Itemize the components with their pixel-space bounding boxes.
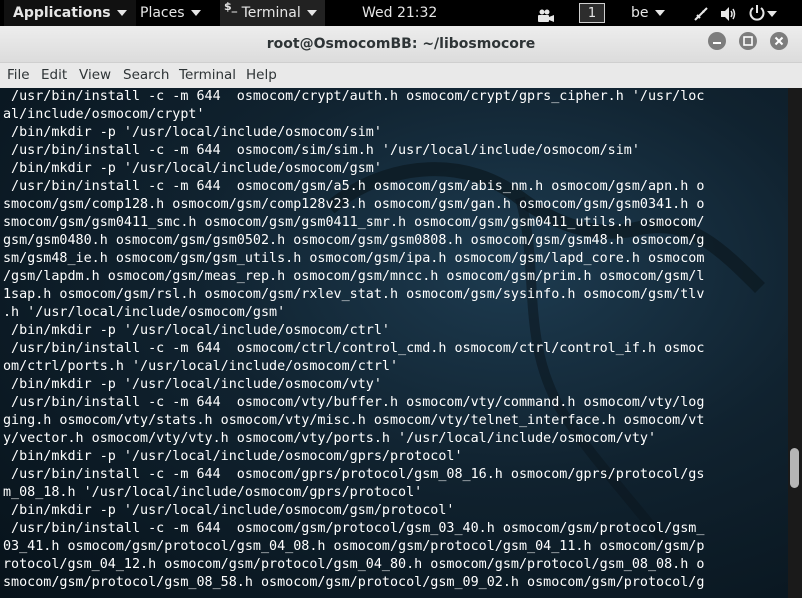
places-menu[interactable]: Places <box>140 0 201 26</box>
workspace-indicator[interactable]: 1 <box>579 3 605 23</box>
terminal-line: /usr/bin/install -c -m 644 osmocom/vty/b… <box>3 395 705 410</box>
network-icon[interactable] <box>693 5 709 21</box>
terminal-line: /usr/bin/install -c -m 644 osmocom/gsm/a… <box>3 179 705 194</box>
window-title: root@OsmocomBB: ~/libosmocore <box>266 36 536 52</box>
terminal-line: y/vector.h osmocom/vty/vty.h osmocom/vty… <box>3 431 657 446</box>
terminal-scrollbar[interactable] <box>788 88 802 598</box>
close-button[interactable] <box>770 32 788 50</box>
terminal-line: om/ctrl/ports.h '/usr/local/include/osmo… <box>3 359 399 374</box>
menu-view[interactable]: View <box>77 63 113 87</box>
menu-search[interactable]: Search <box>121 63 171 87</box>
places-label: Places <box>140 5 185 21</box>
terminal-line: /usr/bin/install -c -m 644 osmocom/gprs/… <box>3 467 705 482</box>
terminal-app-label: Terminal <box>241 5 301 21</box>
terminal-line: rotocol/gsm_04_12.h osmocom/gsm/protocol… <box>3 557 705 572</box>
terminal-line: /bin/mkdir -p '/usr/local/include/osmoco… <box>3 449 463 464</box>
keyboard-layout-label: be <box>631 5 649 21</box>
terminal-output[interactable]: /usr/bin/install -c -m 644 osmocom/crypt… <box>0 88 788 598</box>
terminal-text: /usr/bin/install -c -m 644 osmocom/crypt… <box>3 88 704 592</box>
terminal-app-menu[interactable]: $_ Terminal <box>220 0 325 26</box>
language-chevron-down-icon <box>654 10 665 16</box>
terminal-line: /bin/mkdir -p '/usr/local/include/osmoco… <box>3 323 390 338</box>
terminal-line: 03_41.h osmocom/gsm/protocol/gsm_04_08.h… <box>3 539 705 554</box>
terminal-line: /bin/mkdir -p '/usr/local/include/osmoco… <box>3 377 382 392</box>
terminal-line: /bin/mkdir -p '/usr/local/include/osmoco… <box>3 161 382 176</box>
applications-label: Applications <box>13 5 111 21</box>
applications-chevron-down-icon <box>116 10 127 16</box>
menu-edit[interactable]: Edit <box>39 63 69 87</box>
terminal-line: /usr/bin/install -c -m 644 osmocom/gsm/p… <box>3 521 705 536</box>
terminal-line: /usr/bin/install -c -m 644 osmocom/sim/s… <box>3 143 640 158</box>
terminal-line: .h '/usr/local/include/osmocom/gsm' <box>3 305 286 320</box>
window-titlebar[interactable]: root@OsmocomBB: ~/libosmocore <box>0 26 802 63</box>
terminal-chevron-down-icon <box>306 10 317 16</box>
top-panel: Applications Places $_ Terminal Wed 21:3… <box>0 0 802 26</box>
terminal-line: gsm/gsm0480.h osmocom/gsm/gsm0502.h osmo… <box>3 233 705 248</box>
menu-terminal[interactable]: Terminal <box>177 63 238 87</box>
terminal-window: root@OsmocomBB: ~/libosmocore File Edit … <box>0 26 802 598</box>
menu-file[interactable]: File <box>5 63 32 87</box>
power-icon[interactable] <box>748 4 778 22</box>
scrollbar-thumb[interactable] <box>790 448 799 488</box>
applications-menu[interactable]: Applications <box>4 0 136 26</box>
menu-bar: File Edit View Search Terminal Help <box>0 63 802 87</box>
terminal-line: /bin/mkdir -p '/usr/local/include/osmoco… <box>3 503 455 518</box>
terminal-line: sm/gsm48_ie.h osmocom/gsm/gsm_utils.h os… <box>3 251 705 266</box>
minimize-button[interactable] <box>708 32 726 50</box>
clock[interactable]: Wed 21:32 <box>362 0 437 26</box>
terminal-icon: $_ <box>224 0 238 13</box>
terminal-line: m_08_18.h '/usr/local/include/osmocom/gp… <box>3 485 423 500</box>
menu-help[interactable]: Help <box>244 63 279 87</box>
places-chevron-down-icon <box>190 10 201 16</box>
keyboard-layout-menu[interactable]: be <box>631 0 665 26</box>
terminal-line: /bin/mkdir -p '/usr/local/include/osmoco… <box>3 125 382 140</box>
terminal-line: ging.h osmocom/vty/stats.h osmocom/vty/m… <box>3 413 705 428</box>
terminal-line: /usr/bin/install -c -m 644 osmocom/ctrl/… <box>3 341 705 356</box>
terminal-line: smocom/gsm/comp128.h osmocom/gsm/comp128… <box>3 197 705 212</box>
terminal-line: smocom/gsm/protocol/gsm_08_58.h osmocom/… <box>3 575 705 590</box>
video-camera-icon[interactable] <box>537 6 555 22</box>
terminal-line: smocom/gsm/gsm0411_smc.h osmocom/gsm/gsm… <box>3 215 705 230</box>
terminal-line: /usr/bin/install -c -m 644 osmocom/crypt… <box>3 89 705 104</box>
volume-icon[interactable] <box>720 5 738 21</box>
terminal-line: /gsm/lapdm.h osmocom/gsm/meas_rep.h osmo… <box>3 269 705 284</box>
terminal-line: 1sap.h osmocom/gsm/rsl.h osmocom/gsm/rxl… <box>3 287 705 302</box>
terminal-line: al/include/osmocom/crypt' <box>3 107 205 122</box>
maximize-button[interactable] <box>739 32 757 50</box>
